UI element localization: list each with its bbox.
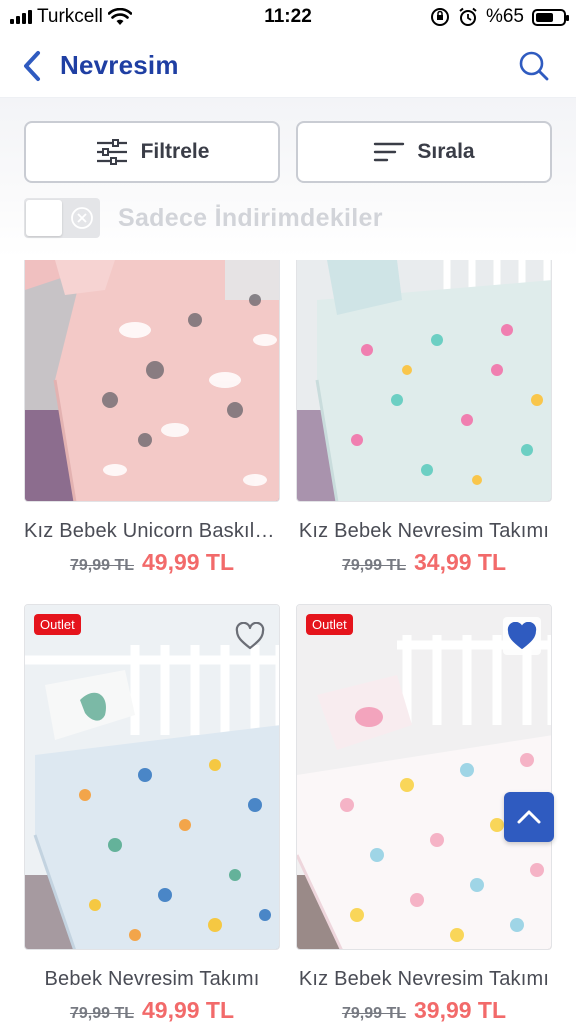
search-button[interactable] xyxy=(514,46,554,86)
sort-button[interactable]: Sırala xyxy=(296,121,552,183)
heart-icon xyxy=(507,622,537,649)
new-price: 39,99 TL xyxy=(413,997,507,1023)
sort-label: Sırala xyxy=(417,140,475,163)
page-title: Nevresim xyxy=(60,50,179,80)
favorite-button[interactable] xyxy=(231,617,269,655)
old-price: 79,99 TL xyxy=(341,557,406,574)
product-image[interactable]: Outlet xyxy=(296,604,552,950)
carrier-name: Turkcell xyxy=(37,6,103,27)
product-image[interactable]: Outlet xyxy=(24,604,280,950)
bedding-photo xyxy=(25,605,279,949)
product-card[interactable]: Kız Bebek Unicorn Baskılı Nevresim Takım… xyxy=(24,260,280,576)
chevron-left-icon xyxy=(24,50,40,81)
status-time: 11:22 xyxy=(264,6,312,27)
status-bar: Turkcell 11:22 %65 xyxy=(0,0,576,34)
old-price: 79,99 TL xyxy=(341,1005,406,1022)
favorite-button[interactable] xyxy=(503,617,541,655)
sliders-icon xyxy=(96,139,127,165)
product-image[interactable] xyxy=(296,260,552,502)
back-button[interactable] xyxy=(22,46,52,86)
header: Nevresim xyxy=(0,34,576,98)
filter-label: Filtrele xyxy=(140,140,210,163)
outlet-badge: Outlet xyxy=(34,614,81,635)
battery-icon xyxy=(532,8,569,26)
product-card[interactable]: Outlet Bebek Nevresim Takımı 79,99 TL 49… xyxy=(24,604,280,1024)
sort-lines-icon xyxy=(374,142,405,162)
new-price: 49,99 TL xyxy=(141,549,235,575)
old-price: 79,99 TL xyxy=(69,1005,134,1022)
product-prices: 79,99 TL 39,99 TL xyxy=(296,997,552,1024)
chevron-up-icon xyxy=(517,810,541,824)
discount-toggle[interactable] xyxy=(24,198,100,238)
alarm-icon xyxy=(459,7,477,26)
product-prices: 79,99 TL 49,99 TL xyxy=(24,549,280,576)
product-image[interactable] xyxy=(24,260,280,502)
product-prices: 79,99 TL 34,99 TL xyxy=(296,549,552,576)
close-circle-icon xyxy=(71,207,93,229)
heart-icon xyxy=(235,622,265,650)
product-name[interactable]: Bebek Nevresim Takımı xyxy=(24,968,280,991)
product-prices: 79,99 TL 49,99 TL xyxy=(24,997,280,1024)
product-name[interactable]: Kız Bebek Nevresim Takımı xyxy=(296,968,552,991)
product-name[interactable]: Kız Bebek Unicorn Baskılı Nevresim Takım… xyxy=(24,520,280,543)
product-card[interactable]: Kız Bebek Nevresim Takımı 79,99 TL 34,99… xyxy=(296,260,552,576)
outlet-badge: Outlet xyxy=(306,614,353,635)
search-icon xyxy=(519,51,549,80)
battery-percent: %65 xyxy=(485,6,524,27)
new-price: 49,99 TL xyxy=(141,997,235,1023)
scroll-to-top-button[interactable] xyxy=(504,792,554,842)
discount-toggle-label: Sadece İndirimdekiler xyxy=(118,203,383,232)
old-price: 79,99 TL xyxy=(69,557,134,574)
filter-button[interactable]: Filtrele xyxy=(24,121,280,183)
wifi-icon xyxy=(107,8,132,25)
discount-toggle-row: Sadece İndirimdekiler xyxy=(24,198,383,238)
toggle-knob xyxy=(26,200,62,236)
rotation-lock-icon xyxy=(430,8,449,26)
bedding-photo xyxy=(25,260,279,501)
product-name[interactable]: Kız Bebek Nevresim Takımı xyxy=(296,520,552,543)
new-price: 34,99 TL xyxy=(413,549,507,575)
bedding-photo xyxy=(297,605,551,949)
bedding-photo xyxy=(297,260,551,501)
signal-icon xyxy=(10,10,32,24)
filter-area: Filtrele Sırala Sadece İndirimdekiler xyxy=(0,98,576,258)
status-right: %65 xyxy=(366,6,569,28)
status-left: Turkcell xyxy=(10,6,210,28)
